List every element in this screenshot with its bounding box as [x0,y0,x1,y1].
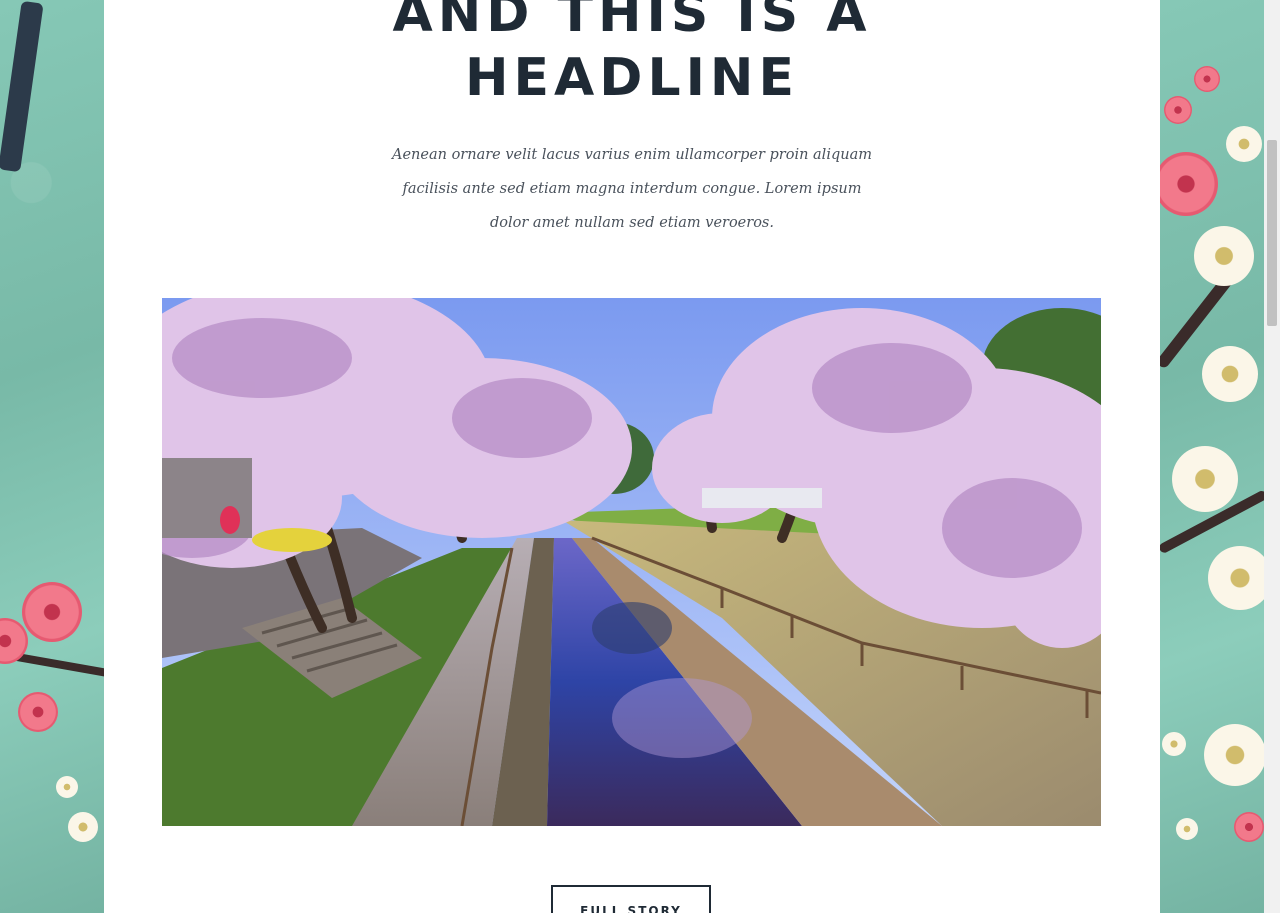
blossom-icon [1202,346,1258,402]
vertical-scrollbar[interactable] [1264,0,1280,913]
blossom-icon [1194,226,1254,286]
scrollbar-thumb[interactable] [1267,140,1277,326]
full-story-button[interactable]: FULL STORY [551,885,711,913]
headline-line-2: HEADLINE [465,48,799,108]
article-panel: AND THIS IS A HEADLINE Aenean ornare vel… [104,0,1160,913]
blossom-icon [56,776,78,798]
hero-image [162,298,1101,826]
blossom-icon [1208,546,1264,610]
article-lede: Aenean ornare velit lacus varius enim ul… [392,147,872,231]
blossom-icon [1176,818,1198,840]
blossom-icon [1162,732,1186,756]
cherry-blossom-canal-image [162,298,1101,826]
decorative-background-right [1160,0,1264,913]
headline-line-1: AND THIS IS A [392,0,872,44]
blossom-icon [1204,724,1264,786]
branch-decoration [0,0,44,173]
blossom-icon [18,692,58,732]
blossom-icon [1164,96,1192,124]
blossom-icon [1194,66,1220,92]
article-headline: AND THIS IS A HEADLINE [104,0,1160,110]
blossom-icon [1234,812,1264,842]
blossom-icon [68,812,98,842]
blossom-icon [1172,446,1238,512]
blossom-icon [1160,152,1218,216]
decorative-background-left [0,0,104,913]
blossom-icon [22,582,82,642]
blossom-icon [1226,126,1262,162]
